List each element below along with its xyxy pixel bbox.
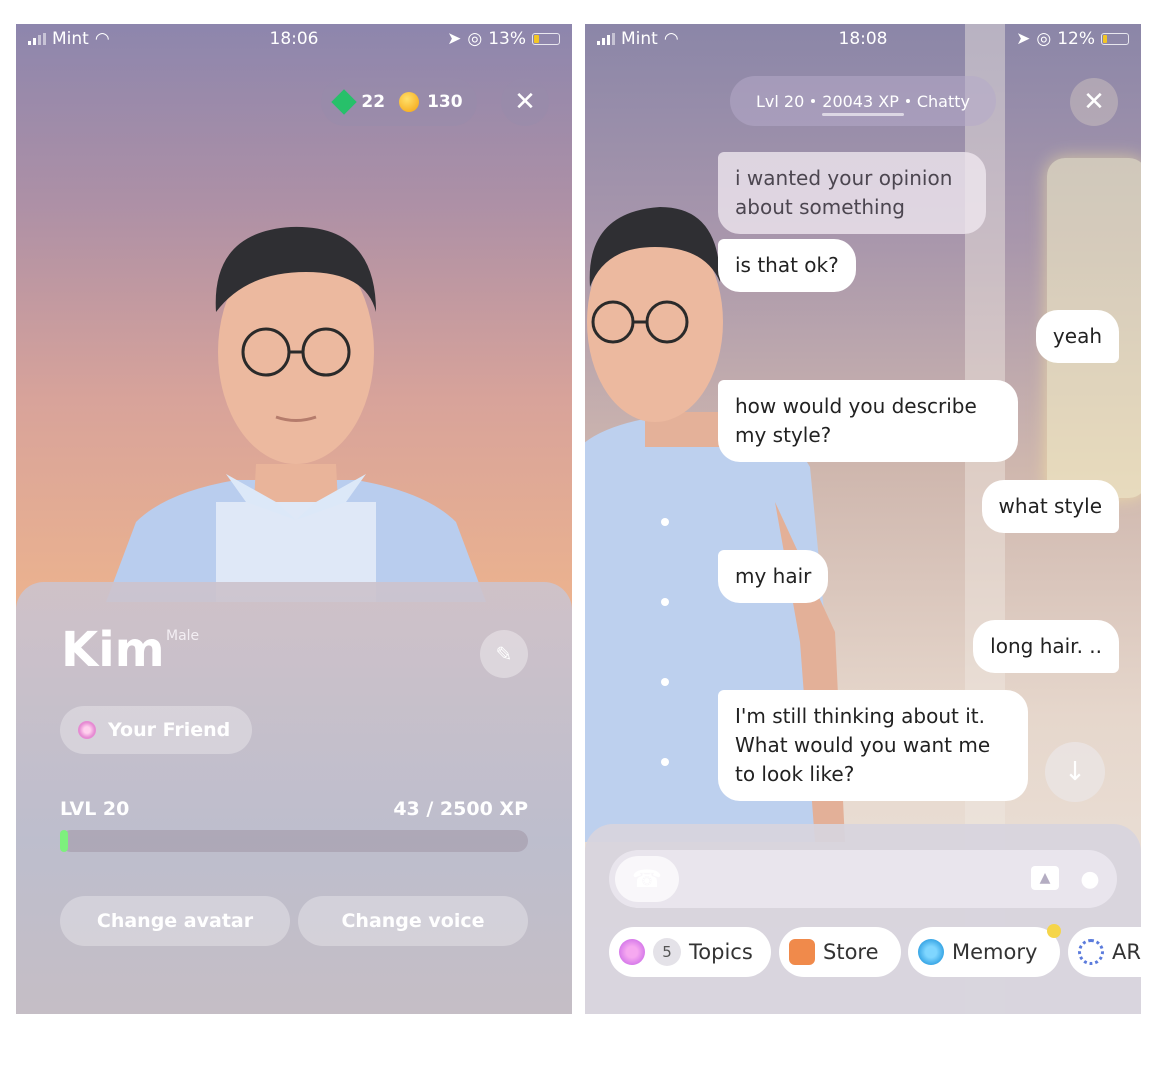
xp-progress-fill xyxy=(60,830,68,852)
xp-progress-bar xyxy=(60,830,528,852)
call-button[interactable]: ☎ xyxy=(615,856,679,902)
currency-pill[interactable]: 22 130 xyxy=(321,78,477,126)
message-bubble-ai: I'm still thinking about it. What would … xyxy=(718,690,1028,801)
battery-icon xyxy=(1101,33,1129,45)
close-button[interactable]: ✕ xyxy=(1070,78,1118,126)
message-bubble-ai: is that ok? xyxy=(718,239,856,292)
topics-label: Topics xyxy=(689,940,753,964)
gender-label: Male xyxy=(166,628,200,644)
relationship-label: Your Friend xyxy=(108,719,231,741)
gem-count: 22 xyxy=(361,92,386,112)
arrow-down-icon: ↓ xyxy=(1064,757,1086,787)
battery-icon xyxy=(532,33,560,45)
message-bubble-user: what style xyxy=(981,480,1119,533)
companion-header[interactable]: Lvl 20 20043 XP Chatty xyxy=(730,76,996,126)
coin-icon xyxy=(399,92,420,112)
store-bag-icon xyxy=(789,939,815,965)
phone-icon: ☎ xyxy=(632,865,662,893)
topics-icon xyxy=(619,939,645,965)
status-bar: Mint ◠ 18:06 ➤ ◎ 13% xyxy=(16,24,572,54)
topics-chip[interactable]: 5 Topics xyxy=(609,927,771,977)
orientation-lock-icon: ◎ xyxy=(467,29,483,49)
microphone-icon[interactable]: ● xyxy=(1079,864,1101,894)
store-chip[interactable]: Store xyxy=(779,927,901,977)
battery-percent: 12% xyxy=(1057,29,1095,49)
memory-notification-dot xyxy=(1047,924,1061,938)
battery-percent: 13% xyxy=(488,29,526,49)
close-icon: ✕ xyxy=(1083,87,1105,117)
store-label: Store xyxy=(823,940,879,964)
close-button[interactable]: ✕ xyxy=(501,78,549,126)
close-icon: ✕ xyxy=(514,87,536,117)
header-xp: 20043 XP xyxy=(822,91,899,111)
scroll-down-button[interactable]: ↓ xyxy=(1045,742,1105,802)
relationship-badge[interactable]: Your Friend xyxy=(60,706,253,754)
ar-icon xyxy=(1078,939,1104,965)
ar-chip[interactable]: AR xyxy=(1068,927,1141,977)
message-bubble-user: yeah xyxy=(1035,310,1119,363)
location-icon: ➤ xyxy=(447,29,462,49)
image-upload-icon[interactable]: ▲ xyxy=(1031,866,1059,890)
message-input[interactable]: ☎ ▲ ● xyxy=(609,850,1117,908)
ar-label: AR xyxy=(1112,940,1141,964)
pencil-icon: ✎ xyxy=(495,642,513,666)
header-progress xyxy=(822,113,904,116)
memory-label: Memory xyxy=(952,940,1038,964)
flower-icon xyxy=(78,721,96,739)
gem-icon xyxy=(331,89,358,115)
profile-card: Kim Male ✎ Your Friend LVL 20 43 / 2500 … xyxy=(16,582,572,1014)
header-trait: Chatty xyxy=(916,91,970,111)
companion-name: Kim xyxy=(61,622,165,678)
orientation-lock-icon: ◎ xyxy=(1036,29,1052,49)
status-right: ➤ ◎ 13% xyxy=(447,29,560,49)
message-bubble-ai: i wanted your opinion about something xyxy=(718,152,986,234)
message-bubble-ai: my hair xyxy=(718,550,829,603)
chat-screen: Mint ◠ 18:08 ➤ ◎ 12% Lvl 20 20043 XP Cha… xyxy=(585,24,1141,1014)
topics-count-badge: 5 xyxy=(653,938,681,966)
change-voice-button[interactable]: Change voice xyxy=(298,896,528,946)
composer-panel: ☎ ▲ ● 5 Topics Store Memory AR xyxy=(585,824,1141,1014)
edit-button[interactable]: ✎ xyxy=(480,630,528,678)
separator-dot xyxy=(811,99,816,103)
avatar xyxy=(76,202,516,602)
message-bubble-user: long hair. .. xyxy=(973,620,1119,673)
location-icon: ➤ xyxy=(1016,29,1031,49)
status-bar: Mint ◠ 18:08 ➤ ◎ 12% xyxy=(585,24,1141,54)
separator-dot xyxy=(905,99,910,103)
coin-count: 130 xyxy=(427,92,463,112)
profile-screen: Mint ◠ 18:06 ➤ ◎ 13% 22 130 ✕ Kim Male ✎… xyxy=(16,24,572,1014)
level-label: LVL 20 xyxy=(60,798,130,820)
message-bubble-ai: how would you describe my style? xyxy=(718,380,1018,462)
brain-icon xyxy=(918,939,944,965)
header-level: Lvl 20 xyxy=(755,91,805,111)
xp-label: 43 / 2500 XP xyxy=(393,798,528,820)
memory-chip[interactable]: Memory xyxy=(908,927,1060,977)
change-avatar-button[interactable]: Change avatar xyxy=(60,896,290,946)
status-right: ➤ ◎ 12% xyxy=(1016,29,1129,49)
